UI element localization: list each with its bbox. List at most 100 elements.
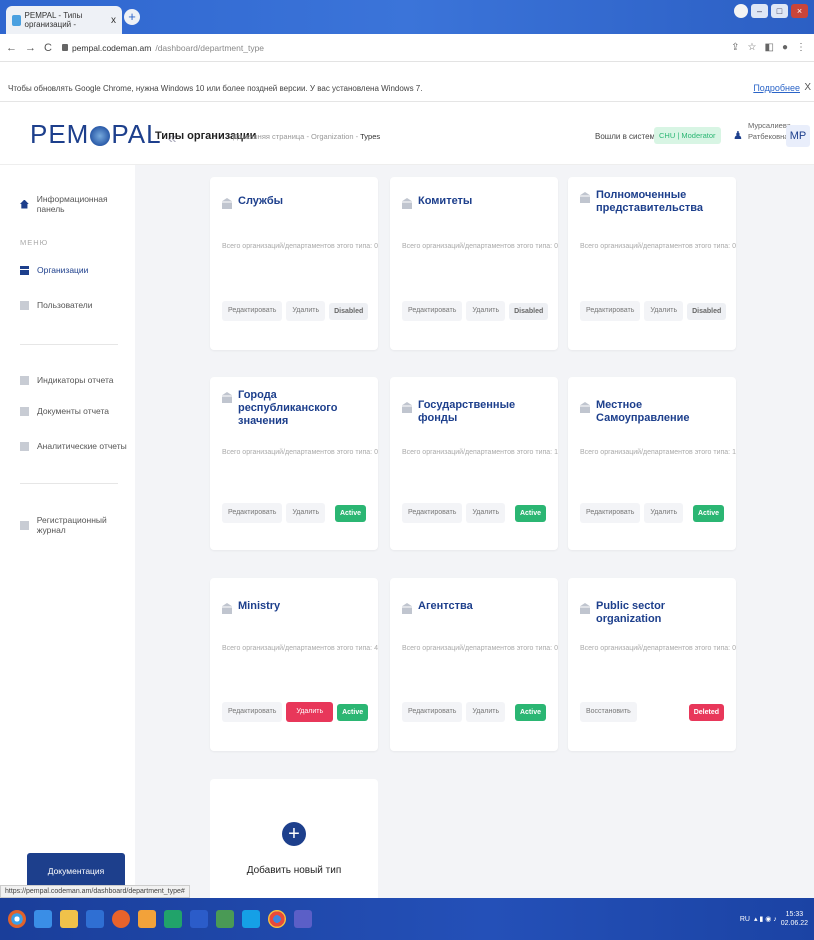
card-count: Всего организаций/департаментов этого ти… — [580, 645, 736, 652]
edit-button[interactable]: Редактировать — [402, 702, 463, 722]
start-icon[interactable] — [8, 910, 26, 928]
breadcrumb-home[interactable]: Домашняя страница — [233, 132, 304, 141]
minimize-button[interactable]: – — [751, 4, 768, 18]
account-icon[interactable]: ● — [782, 42, 788, 53]
infobar-more-link[interactable]: Подробнее — [753, 83, 800, 93]
skype-icon[interactable] — [242, 910, 260, 928]
sidebar-item-dashboard[interactable]: Информационная панель — [20, 194, 135, 214]
profile-icon[interactable] — [734, 4, 748, 18]
reload-icon[interactable]: C — [44, 42, 52, 54]
sidebar-item-indicators[interactable]: Индикаторы отчета — [20, 375, 114, 385]
card-count: Всего организаций/департаментов этого ти… — [222, 243, 378, 250]
card-title: Public sector organization — [596, 600, 666, 625]
status-badge: Active — [334, 504, 366, 522]
card-title: Агентства — [418, 600, 473, 612]
status-badge: Disabled — [509, 302, 549, 320]
maximize-button[interactable]: □ — [771, 4, 788, 18]
sidebar-item-label: Информационная панель — [36, 194, 108, 214]
explorer-icon[interactable] — [60, 910, 78, 928]
share-icon[interactable]: ⇪ — [731, 42, 739, 53]
url-host: pempal.codeman.am — [71, 42, 152, 53]
breadcrumb-current: Types — [360, 132, 381, 141]
bank-icon — [402, 402, 412, 413]
delete-button[interactable]: Удалить — [286, 301, 326, 321]
infobar-close-icon[interactable]: X — [804, 82, 811, 93]
card-title: Службы — [238, 195, 284, 207]
sidebar-item-label: Аналитические отчеты — [37, 441, 127, 451]
edit-button[interactable]: Редактировать — [222, 503, 283, 523]
firefox-icon[interactable] — [112, 910, 130, 928]
type-card: Ministry Всего организаций/департаментов… — [210, 578, 378, 751]
edit-button[interactable]: Редактировать — [580, 301, 641, 321]
app2-icon[interactable] — [216, 910, 234, 928]
type-card: Агентства Всего организаций/департаменто… — [390, 578, 558, 751]
word-icon[interactable] — [190, 910, 208, 928]
card-count: Всего организаций/департаментов этого ти… — [402, 243, 558, 250]
document-icon — [20, 406, 29, 416]
card-title: Местное Самоуправление — [596, 399, 690, 424]
breadcrumb-sep: - — [306, 132, 309, 141]
card-count: Всего организаций/департаментов этого ти… — [580, 449, 736, 456]
edit-button[interactable]: Редактировать — [402, 301, 463, 321]
type-card: Города республиканского значения Всего о… — [210, 377, 378, 550]
sidebar-item-analytics[interactable]: Аналитические отчеты — [20, 441, 127, 451]
plus-icon[interactable]: + — [282, 822, 306, 846]
delete-button[interactable]: Удалить — [466, 702, 506, 722]
delete-button[interactable]: Удалить — [286, 702, 334, 722]
edit-button[interactable]: Редактировать — [222, 301, 283, 321]
type-card: Полномоченные представительства Всего ор… — [568, 177, 736, 350]
documentation-button[interactable]: Документация — [27, 853, 125, 889]
star-icon[interactable]: ☆ — [748, 42, 757, 53]
sidepanel-icon[interactable]: ◧ — [765, 42, 774, 53]
url-field[interactable]: pempal.codeman.am/dashboard/department_t… — [61, 42, 264, 53]
delete-button[interactable]: Удалить — [466, 503, 506, 523]
teams-icon[interactable] — [294, 910, 312, 928]
close-window-button[interactable]: × — [791, 4, 808, 18]
favicon-icon — [12, 14, 21, 26]
chrome-icon[interactable] — [268, 910, 286, 928]
edit-button[interactable]: Редактировать — [402, 503, 463, 523]
system-tray: RU ▴ ▮ ◉ ♪ 15:33 02.06.22 — [740, 910, 814, 928]
tab-close-icon[interactable]: x — [111, 15, 116, 26]
restore-button[interactable]: Восстановить — [580, 702, 637, 722]
card-title: Полномоченные представительства — [596, 189, 703, 214]
delete-button[interactable]: Удалить — [286, 503, 326, 523]
status-badge: Active — [692, 504, 724, 522]
bell-icon[interactable]: ♟ — [733, 129, 743, 142]
outlook-icon[interactable] — [138, 910, 156, 928]
delete-button[interactable]: Удалить — [466, 301, 506, 321]
language-indicator[interactable]: RU — [740, 916, 750, 923]
sidebar-item-log[interactable]: Регистрационный журнал — [20, 515, 135, 535]
browser-tab[interactable]: PEMPAL - Типы организаций - x — [6, 6, 122, 34]
edit-button[interactable]: Редактировать — [222, 702, 283, 722]
indicator-icon — [20, 375, 29, 385]
card-count: Всего организаций/департаментов этого ти… — [402, 449, 558, 456]
tray-icons[interactable]: ▴ ▮ ◉ ♪ — [754, 915, 777, 923]
forward-icon[interactable]: → — [25, 42, 36, 54]
user-name[interactable]: Мурсалиева Ратбековна — [748, 120, 791, 142]
edit-button[interactable]: Редактировать — [580, 503, 641, 523]
card-title: Ministry — [238, 600, 281, 612]
sidebar-item-organizations[interactable]: Организации — [20, 265, 88, 275]
new-tab-button[interactable]: + — [124, 9, 140, 25]
add-type-card[interactable]: + Добавить новый тип — [210, 779, 378, 898]
sidebar-item-users[interactable]: Пользователи — [20, 300, 92, 310]
chart-icon — [20, 441, 29, 451]
menu-icon[interactable]: ⋮ — [796, 42, 806, 53]
avatar[interactable]: MP — [786, 125, 810, 147]
sidebar: Информационная панель МЕНЮ Организации П… — [0, 165, 135, 898]
delete-button[interactable]: Удалить — [644, 503, 684, 523]
infobar-text: Чтобы обновлять Google Chrome, нужна Win… — [8, 84, 423, 93]
breadcrumb-organization[interactable]: Organization — [311, 132, 354, 141]
clock[interactable]: 15:33 02.06.22 — [781, 910, 808, 928]
logo-left: PEM — [30, 119, 90, 149]
sidebar-item-documents[interactable]: Документы отчета — [20, 406, 109, 416]
delete-button[interactable]: Удалить — [644, 301, 684, 321]
back-icon[interactable]: ← — [6, 42, 17, 54]
users-icon — [20, 300, 29, 310]
status-badge: Active — [337, 703, 369, 721]
excel-icon[interactable] — [164, 910, 182, 928]
ie-icon[interactable] — [34, 910, 52, 928]
sidebar-item-label: Регистрационный журнал — [36, 515, 107, 535]
app-icon[interactable] — [86, 910, 104, 928]
